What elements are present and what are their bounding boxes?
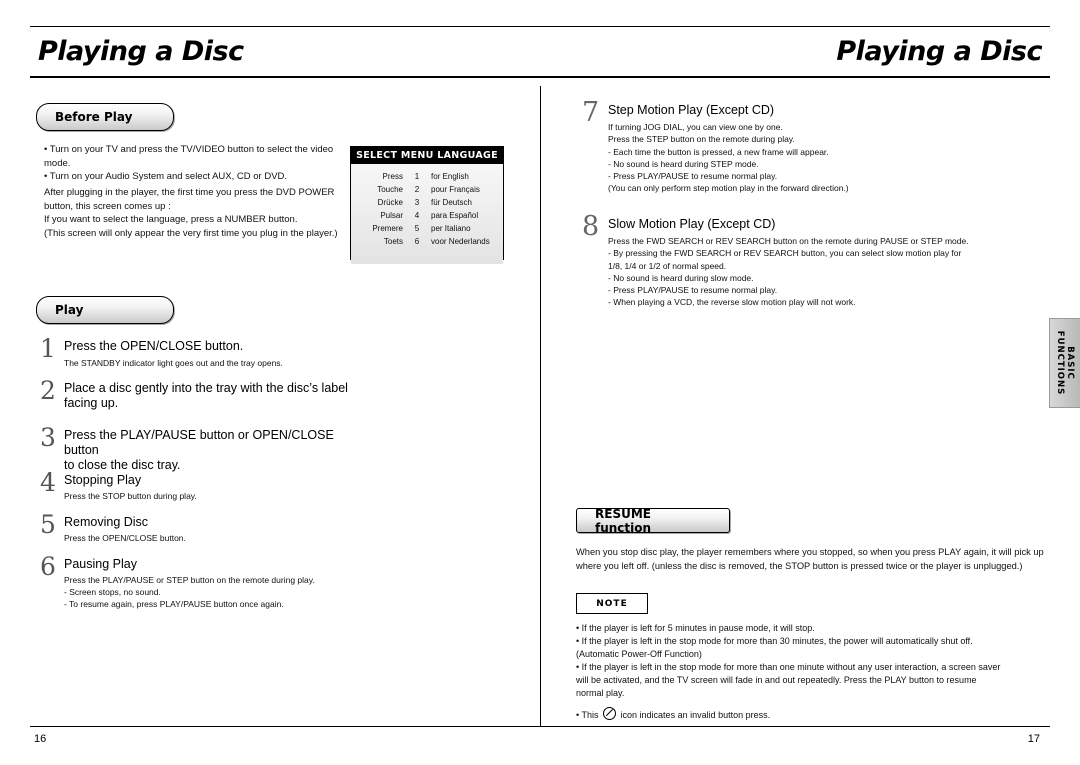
step-number: 1 [40,334,56,363]
list-item: Drücke 3 für Deutsch [351,196,503,209]
menu-word: Pulsar [380,211,403,220]
step-subtext: Press the STOP button during play. [64,491,197,501]
step-headline: Press the OPEN/CLOSE button. [64,339,244,353]
menu-word: Toets [383,237,403,246]
header-rule-top [30,26,1050,27]
side-tab-label: BASIC FUNCTIONS [1055,330,1075,396]
play-step-2: 2 Place a disc gently into the tray with… [40,378,360,418]
play-step-3: 3 Press the PLAY/PAUSE button or OPEN/CL… [40,423,360,472]
menu-number: 6 [414,237,420,246]
side-tab-basic-functions: BASIC FUNCTIONS [1049,318,1080,408]
resume-paragraph: When you stop disc play, the player reme… [576,547,1044,571]
step-headline: Slow Motion Play (Except CD) [608,217,776,231]
list-item: Pulsar 4 para Español [351,209,503,222]
play-step-4: 4 Stopping Play Press the STOP button du… [40,470,360,504]
before-play-paragraph: After plugging in the player, the first … [44,187,338,239]
step-headline: Step Motion Play (Except CD) [608,103,775,117]
header-rule-bottom [30,76,1050,78]
step-headline: Stopping Play [64,473,142,487]
list-item: Toets 6 voor Nederlands [351,235,503,248]
menu-language: per Italiano [431,224,471,233]
step-number: 6 [40,552,56,581]
list-item: Touche 2 pour Français [351,183,503,196]
step-headline: Removing Disc [64,515,149,529]
menu-language: voor Nederlands [431,237,490,246]
step-number: 4 [40,468,56,497]
step-headline: Place a disc gently into the tray with t… [64,381,348,410]
select-menu-language-rows: Press 1 for English Touche 2 pour França… [351,164,503,264]
section-heading-play: Play [36,296,174,324]
right-step-8: 8 Slow Motion Play (Except CD) Press the… [582,211,1022,324]
page-title-left: Playing a Disc [38,36,244,67]
list-item: Press 1 for English [351,170,503,183]
note-last-item-suffix: icon indicates an invalid button press. [620,710,771,720]
note-label: NOTE [596,598,628,609]
menu-word: Press [382,172,403,181]
step-subtext: Press the PLAY/PAUSE or STEP button on t… [64,575,315,609]
step-headline: Pausing Play [64,557,137,571]
column-divider [540,86,541,726]
step-subtext: If turning JOG DIAL, you can view one by… [608,122,849,194]
menu-number: 4 [414,211,420,220]
list-item: Premere 5 per Italiano [351,222,503,235]
step-number: 8 [582,211,600,242]
step-subtext: Press the FWD SEARCH or REV SEARCH butto… [608,236,969,308]
page-number-left: 16 [34,733,47,745]
menu-language: für Deutsch [431,198,472,207]
select-menu-language-title: SELECT MENU LANGUAGE [351,147,503,164]
step-number: 7 [582,97,600,128]
right-step-7: 7 Step Motion Play (Except CD) If turnin… [582,97,1012,195]
step-number: 2 [40,376,56,405]
menu-language: for English [431,172,469,181]
step-headline: Press the PLAY/PAUSE button or OPEN/CLOS… [64,428,334,472]
menu-number: 1 [414,172,420,181]
step-number: 3 [40,423,56,452]
select-menu-language-box: SELECT MENU LANGUAGE Press 1 for English… [350,146,504,264]
play-step-1: 1 Press the OPEN/CLOSE button. The STAND… [40,336,360,376]
page-title-right: Playing a Disc [836,36,1042,67]
menu-word: Premere [372,224,403,233]
play-step-5: 5 Removing Disc Press the OPEN/CLOSE but… [40,512,360,546]
before-play-bullets: • Turn on your TV and press the TV/VIDEO… [44,144,334,182]
invalid-button-icon [603,707,617,720]
menu-word: Touche [377,185,403,194]
section-heading-resume-label: RESUME function [595,506,652,535]
note-last-item: • This icon indicates an invalid button … [576,707,1046,722]
page-number-right: 17 [1027,733,1040,745]
section-heading-before-play-label: Before Play [55,110,133,124]
step-subtext: Press the OPEN/CLOSE button. [64,533,186,543]
menu-number: 2 [414,185,420,194]
menu-number: 5 [414,224,420,233]
step-subtext: The STANDBY indicator light goes out and… [64,358,283,368]
note-box: NOTE [576,593,648,614]
menu-number: 3 [414,198,420,207]
menu-word: Drücke [377,198,403,207]
note-items: • If the player is left for 5 minutes in… [576,623,1001,698]
menu-language: pour Français [431,185,480,194]
section-heading-play-label: Play [55,303,84,317]
menu-language: para Español [431,211,479,220]
manual-page: Playing a Disc Playing a Disc Before Pla… [0,0,1080,765]
footer-rule [30,726,1050,727]
play-step-6: 6 Pausing Play Press the PLAY/PAUSE or S… [40,554,370,614]
step-number: 5 [40,510,56,539]
section-heading-before-play: Before Play [36,103,174,131]
section-heading-resume-function: RESUME function [576,506,730,535]
note-last-item-prefix: • This [576,710,599,720]
